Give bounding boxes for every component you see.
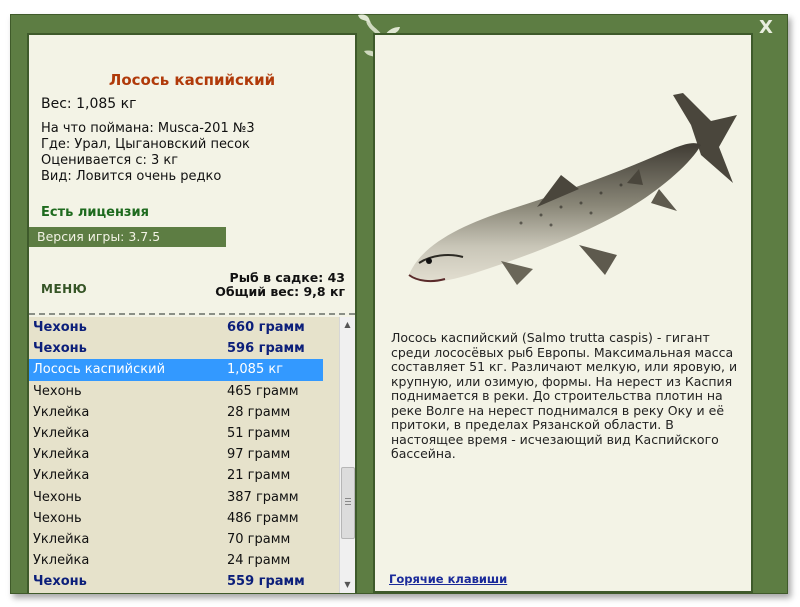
scroll-down-icon[interactable]: ▼	[340, 577, 355, 593]
item-weight: 660 грамм	[227, 320, 305, 335]
list-scrollbar[interactable]: ▲ ▼	[339, 317, 355, 593]
list-item[interactable]: Уклейка 28 грамм	[29, 402, 339, 423]
list-item[interactable]: Чехонь 465 грамм	[29, 381, 339, 402]
list-item[interactable]: Чехонь 559 грамм	[29, 571, 339, 592]
total-weight: Общий вес: 9,8 кг	[215, 284, 345, 299]
fish-in-cage: Рыб в садке: 43	[229, 270, 345, 285]
game-version: Версия игры: 3.7.5	[29, 227, 226, 247]
fish-location: Где: Урал, Цыгановский песок	[41, 137, 250, 152]
fish-description: Лосось каспийский (Salmo trutta caspis) …	[391, 330, 738, 461]
item-name: Уклейка	[33, 468, 90, 484]
list-item[interactable]: Чехонь 596 грамм	[29, 338, 339, 359]
catch-list[interactable]: Чехонь 660 грамм Чехонь 596 грамм Лосось…	[29, 317, 339, 593]
item-weight: 24 грамм	[227, 553, 291, 569]
list-item[interactable]: Уклейка 97 грамм	[29, 444, 339, 465]
item-name: Чехонь	[33, 574, 87, 590]
item-weight: 70 грамм	[227, 531, 291, 547]
item-weight: 97 грамм	[227, 447, 291, 463]
item-name: Уклейка	[33, 404, 90, 420]
item-name: Чехонь	[33, 489, 82, 505]
item-name: Уклейка	[33, 425, 90, 441]
item-name: Чехонь	[33, 510, 82, 526]
fish-weight: Вес: 1,085 кг	[41, 96, 137, 112]
item-name: Лосось каспийский	[33, 362, 166, 378]
item-name: Уклейка	[33, 447, 90, 463]
list-item[interactable]: Уклейка 70 грамм	[29, 529, 339, 550]
fish-details-panel: Лосось каспийский (Salmo trutta caspis) …	[373, 33, 753, 593]
item-weight: 486 грамм	[227, 510, 299, 526]
item-weight: 1,085 кг	[227, 362, 284, 378]
item-weight: 387 грамм	[227, 489, 299, 505]
list-item[interactable]: Уклейка 24 грамм	[29, 550, 339, 571]
catch-info-panel: Лосось каспийский Вес: 1,085 кг На что п…	[27, 33, 357, 593]
salmon-image	[408, 93, 737, 285]
item-weight: 21 грамм	[227, 468, 291, 484]
item-weight: 465 грамм	[227, 383, 299, 399]
list-item[interactable]: Чехонь 486 грамм	[29, 508, 339, 529]
fish-title: Лосось каспийский	[108, 71, 276, 89]
cage-stats: Рыб в садке: 43 Общий вес: 9,8 кг	[215, 271, 345, 299]
list-item[interactable]: Уклейка 21 грамм	[29, 465, 339, 486]
list-item[interactable]: Чехонь 660 грамм	[29, 317, 339, 338]
item-weight: 559 грамм	[227, 574, 305, 590]
item-weight: 596 грамм	[227, 341, 305, 357]
list-item[interactable]: Уклейка 51 грамм	[29, 423, 339, 444]
menu-button[interactable]: МЕНЮ	[41, 282, 87, 296]
hotkeys-link[interactable]: Горячие клавиши	[389, 572, 507, 586]
item-name: Уклейка	[33, 553, 90, 569]
item-name: Чехонь	[33, 383, 82, 399]
license-status: Есть лицензия	[41, 205, 149, 220]
close-icon[interactable]: X	[757, 19, 775, 37]
catch-window: X Лосось каспийский Вес: 1,085 кг На что…	[10, 14, 788, 594]
list-item[interactable]: Чехонь 387 грамм	[29, 487, 339, 508]
list-item-selected[interactable]: Лосось каспийский 1,085 кг	[29, 359, 323, 381]
item-weight: 28 грамм	[227, 404, 291, 420]
item-weight: 51 грамм	[227, 425, 291, 441]
scroll-up-icon[interactable]: ▲	[340, 317, 355, 333]
fish-bait: На что поймана: Musca-201 №3	[41, 121, 255, 136]
divider	[29, 313, 355, 315]
item-name: Чехонь	[33, 320, 87, 335]
fish-rarity: Вид: Ловится очень редко	[41, 169, 222, 184]
item-name: Чехонь	[33, 341, 87, 357]
item-name: Уклейка	[33, 531, 90, 547]
scroll-thumb[interactable]	[341, 467, 355, 539]
fish-rated-from: Оценивается с: 3 кг	[41, 153, 179, 168]
